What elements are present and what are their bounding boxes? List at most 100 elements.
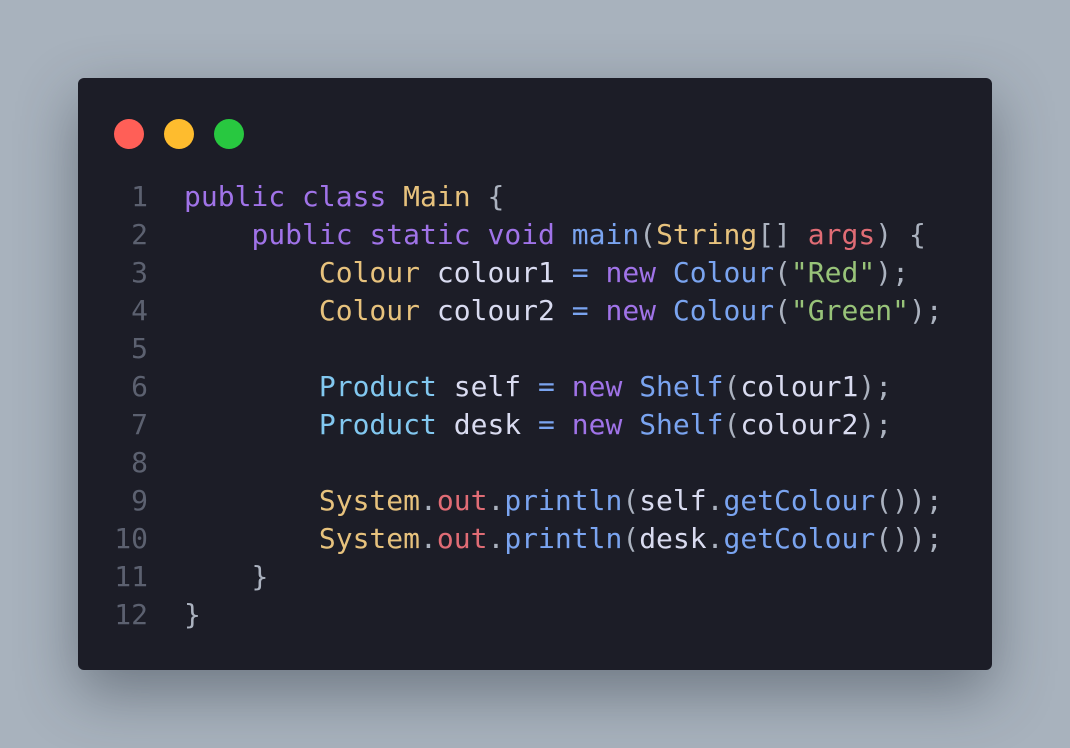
code-token: Product [318, 408, 437, 441]
code-token: getColour [723, 522, 876, 555]
line-source: public class Main { [148, 178, 504, 216]
code-token: colour2 [436, 294, 555, 327]
code-token: colour1 [740, 370, 859, 403]
code-line: 11 } [78, 558, 943, 596]
code-token: void [487, 218, 555, 251]
line-number: 7 [131, 408, 148, 441]
line-source: System.out.println(self.getColour()); [148, 482, 943, 520]
code-token: desk [639, 522, 707, 555]
code-token: Shelf [639, 408, 724, 441]
code-token: ); [908, 294, 943, 327]
line-source: } [148, 596, 201, 634]
line-number: 11 [114, 560, 148, 593]
code-line: 4 Colour colour2 = new Colour("Green"); [78, 292, 943, 330]
code-token: = [538, 408, 555, 441]
code-token: Colour [318, 256, 421, 289]
code-token: { [470, 180, 505, 213]
code-token: getColour [723, 484, 876, 517]
code-token: . [420, 522, 437, 555]
code-token: out [436, 522, 488, 555]
code-block: 1 public class Main {2 public static void… [78, 178, 943, 634]
maximize-dot-icon[interactable] [214, 119, 244, 149]
code-line: 12} [78, 596, 943, 634]
line-number: 3 [131, 256, 148, 289]
code-token: out [436, 484, 488, 517]
code-token: new [605, 294, 657, 327]
code-token: Colour [318, 294, 421, 327]
code-line: 10 System.out.println(desk.getColour()); [78, 520, 943, 558]
code-token: Main [403, 180, 471, 213]
code-token: = [571, 294, 589, 327]
code-token: System [318, 484, 421, 517]
code-token: new [571, 370, 623, 403]
code-token: ( [639, 218, 657, 251]
close-dot-icon[interactable] [114, 119, 144, 149]
code-token: desk [453, 408, 522, 441]
line-number: 6 [131, 370, 148, 403]
code-token: ); [858, 408, 893, 441]
code-token: class [302, 180, 387, 213]
code-token: Colour [672, 294, 775, 327]
line-source: System.out.println(desk.getColour()); [148, 520, 943, 558]
code-token: Colour [672, 256, 775, 289]
code-token: ) { [875, 218, 926, 251]
code-token: ()); [875, 522, 943, 555]
line-number: 2 [131, 218, 148, 251]
code-token: public [184, 180, 286, 213]
line-source: Product desk = new Shelf(colour2); [148, 406, 892, 444]
code-token: self [453, 370, 522, 403]
code-token: ()); [875, 484, 943, 517]
line-number: 10 [114, 522, 148, 555]
line-source: Colour colour2 = new Colour("Green"); [148, 292, 943, 330]
code-line: 2 public static void main(String[] args)… [78, 216, 943, 254]
code-token: colour2 [740, 408, 859, 441]
code-token: public [251, 218, 353, 251]
line-number: 9 [131, 484, 148, 517]
line-number: 12 [114, 598, 148, 631]
code-token: args [807, 218, 876, 251]
code-window: 1 public class Main {2 public static void… [78, 78, 992, 670]
minimize-dot-icon[interactable] [164, 119, 194, 149]
code-token: Product [318, 370, 437, 403]
code-token: colour1 [436, 256, 555, 289]
code-line: 8 [78, 444, 943, 482]
code-token: . [706, 522, 724, 555]
code-token: new [605, 256, 657, 289]
line-source [148, 330, 184, 368]
code-line: 3 Colour colour1 = new Colour("Red"); [78, 254, 943, 292]
code-token: Shelf [639, 370, 724, 403]
code-line: 9 System.out.println(self.getColour()); [78, 482, 943, 520]
code-token: . [487, 522, 505, 555]
code-token: ( [774, 294, 791, 327]
code-token: } [184, 598, 201, 631]
code-token: } [251, 560, 269, 593]
line-source [148, 444, 184, 482]
code-line: 7 Product desk = new Shelf(colour2); [78, 406, 943, 444]
code-token: . [420, 484, 437, 517]
code-token: ); [875, 256, 909, 289]
window-controls [114, 119, 244, 149]
line-source: Product self = new Shelf(colour1); [148, 368, 892, 406]
code-token: new [571, 408, 623, 441]
code-token: ( [622, 484, 640, 517]
